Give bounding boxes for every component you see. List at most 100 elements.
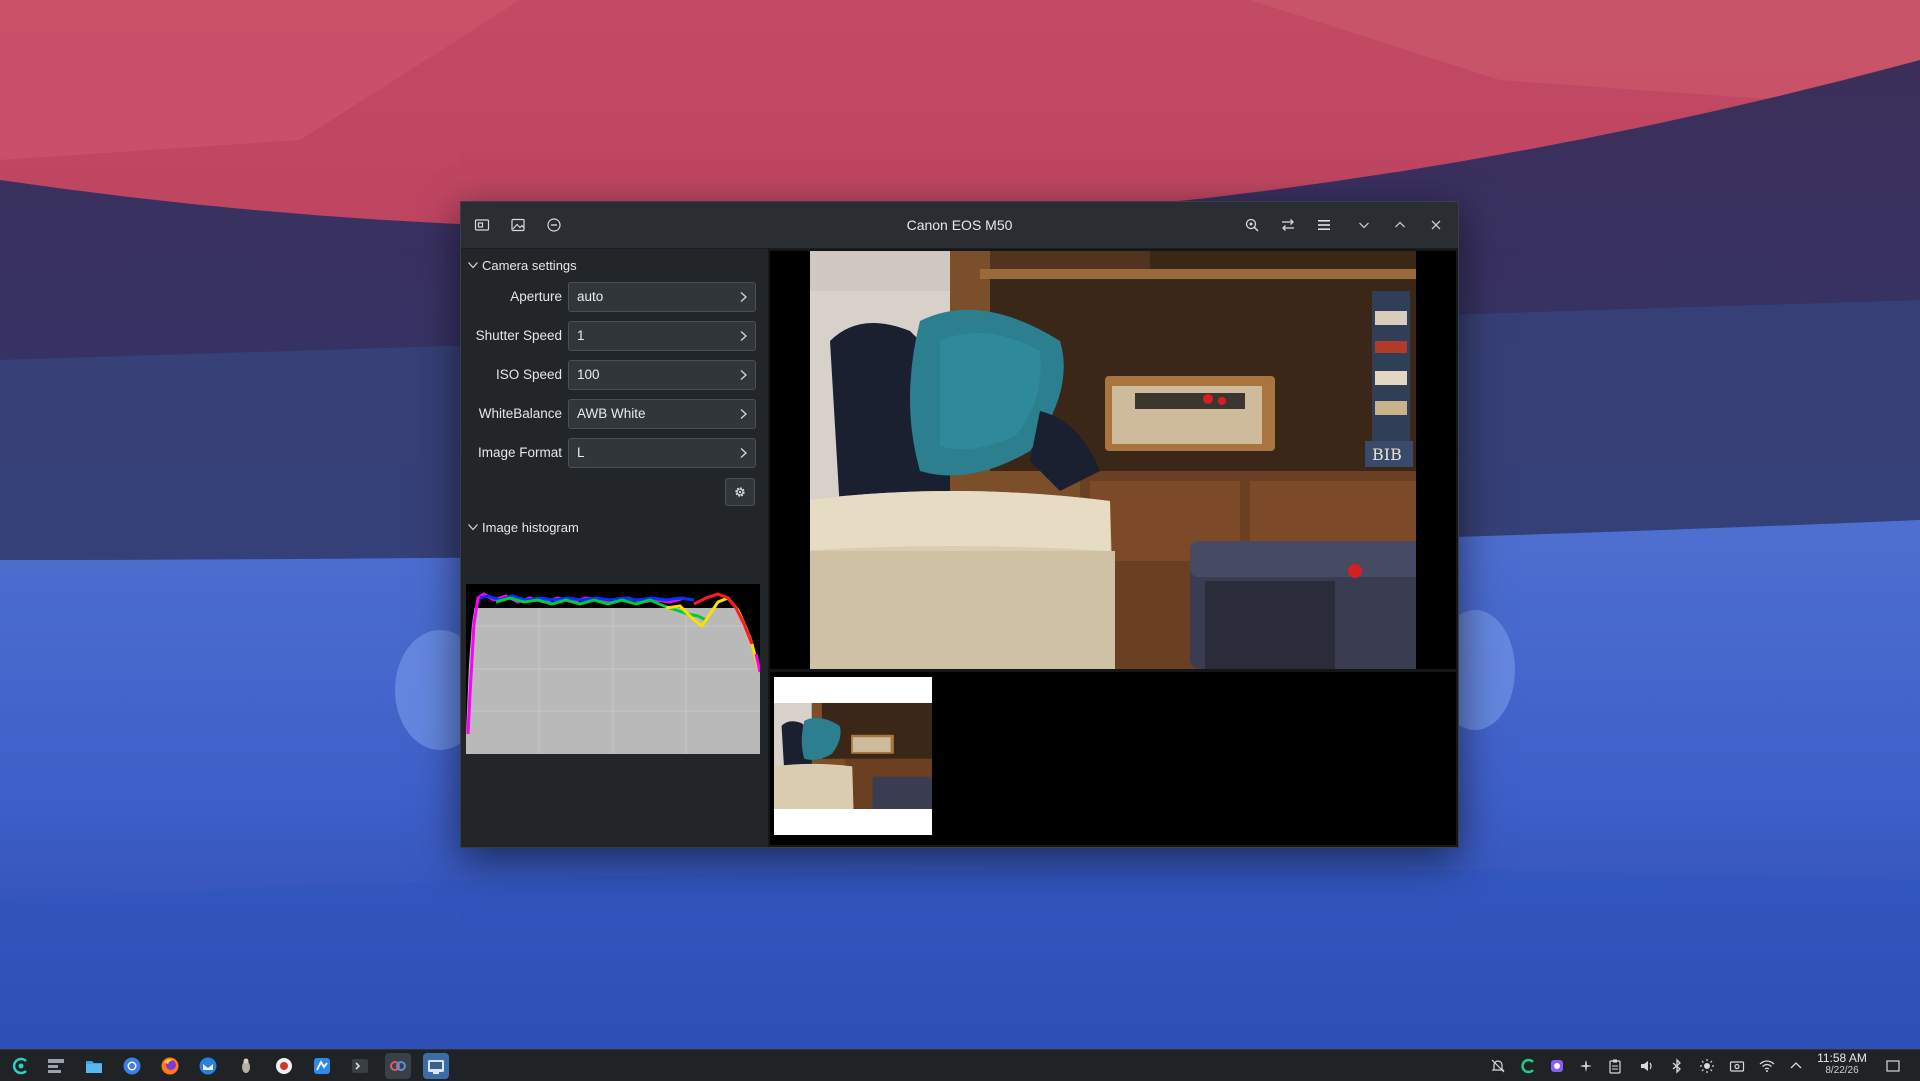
image-histogram (466, 584, 762, 754)
chromium-icon (123, 1057, 141, 1075)
image-button[interactable] (504, 211, 532, 239)
brightness-button[interactable] (1697, 1056, 1717, 1076)
camera-app-icon (428, 1060, 444, 1074)
live-view: BIB (770, 251, 1456, 669)
chevron-right-icon (740, 370, 747, 380)
tray-app-button[interactable] (1547, 1056, 1567, 1076)
clock-time: 11:58 AM (1817, 1051, 1867, 1065)
minimize-icon (1359, 222, 1369, 229)
wifi-button[interactable] (1757, 1056, 1777, 1076)
app-launcher-button[interactable] (8, 1053, 34, 1079)
bluetooth-icon (1672, 1058, 1681, 1074)
close-button[interactable] (1422, 211, 1450, 239)
setting-row-image-format: Image Format L (461, 436, 767, 470)
taskbar: 11:58 AM 8/22/26 (0, 1049, 1920, 1081)
taskbar-app-button[interactable] (271, 1053, 297, 1079)
wifi-icon (1759, 1060, 1775, 1072)
aperture-select[interactable]: auto (568, 282, 756, 312)
file-manager-icon (86, 1061, 102, 1073)
terminal-icon (352, 1059, 368, 1073)
terminal-button[interactable] (347, 1053, 373, 1079)
app-launcher-icon (12, 1057, 27, 1075)
display-button[interactable] (1727, 1056, 1747, 1076)
volume-icon (1641, 1061, 1652, 1071)
iso-speed-select[interactable]: 100 (568, 360, 756, 390)
setting-row-iso-speed: ISO Speed 100 (461, 358, 767, 392)
file-manager-button[interactable] (81, 1053, 107, 1079)
bluetooth-button[interactable] (1667, 1056, 1687, 1076)
clock-date: 8/22/26 (1825, 1065, 1859, 1076)
window-title: Canon EOS M50 (906, 217, 1013, 233)
tray-expand-button[interactable] (1786, 1056, 1806, 1076)
show-desktop-button[interactable] (1883, 1056, 1903, 1076)
tray-app-button[interactable] (1518, 1056, 1538, 1076)
iso-speed-label: ISO Speed (495, 367, 562, 382)
capture-icon (474, 219, 490, 231)
adjust-button[interactable] (1274, 211, 1302, 239)
iso-speed-value: 100 (577, 367, 600, 382)
notifications-button[interactable] (1488, 1056, 1508, 1076)
aperture-label: Aperture (510, 289, 562, 304)
more-settings-button[interactable] (725, 478, 755, 506)
thunderbird-icon (199, 1057, 217, 1075)
image-icon (511, 218, 525, 232)
image-format-label: Image Format (477, 445, 562, 460)
thunderbird-button[interactable] (195, 1053, 221, 1079)
app-icon (1580, 1060, 1592, 1072)
shutter-speed-value: 1 (577, 328, 585, 343)
chromium-button[interactable] (119, 1053, 145, 1079)
chevron-down-icon (468, 524, 478, 531)
app-icon (390, 1061, 406, 1071)
zoom-button[interactable] (1238, 211, 1266, 239)
chevron-up-icon (1790, 1062, 1802, 1069)
firefox-icon (161, 1057, 179, 1075)
white-balance-value: AWB White (577, 406, 646, 421)
setting-row-white-balance: WhiteBalance AWB White (461, 397, 767, 431)
aperture-value: auto (577, 289, 604, 304)
capture-button[interactable] (468, 211, 496, 239)
taskbar-app-button[interactable] (233, 1053, 259, 1079)
main-menu-button[interactable] (1310, 211, 1338, 239)
image-format-select[interactable]: L (568, 438, 756, 468)
tray-app-button[interactable] (1576, 1056, 1596, 1076)
liveview-toggle-icon (547, 218, 561, 232)
taskbar-app-button[interactable] (309, 1053, 335, 1079)
maximize-icon (1395, 221, 1405, 228)
chevron-right-icon (740, 331, 747, 341)
svg-text:BIB: BIB (1372, 445, 1402, 464)
show-desktop-icon (1886, 1060, 1900, 1072)
clipboard-icon (1609, 1059, 1621, 1074)
shutter-speed-select[interactable]: 1 (568, 321, 756, 351)
minimize-button[interactable] (1350, 211, 1378, 239)
clipboard-button[interactable] (1605, 1056, 1625, 1076)
app-icon (276, 1058, 292, 1074)
firefox-button[interactable] (157, 1053, 183, 1079)
clock[interactable]: 11:58 AM 8/22/26 (1808, 1051, 1876, 1080)
chevron-right-icon (740, 409, 747, 419)
liveview-toggle-button[interactable] (540, 211, 568, 239)
camera-settings-header[interactable]: Camera settings (467, 255, 577, 275)
app-icon (242, 1058, 250, 1073)
volume-button[interactable] (1637, 1056, 1657, 1076)
chevron-right-icon (740, 292, 747, 302)
app-icon (1551, 1060, 1563, 1072)
task-manager-button[interactable] (43, 1053, 69, 1079)
taskbar-app-button[interactable] (385, 1053, 411, 1079)
maximize-button[interactable] (1386, 211, 1414, 239)
camera-app-button[interactable] (423, 1053, 449, 1079)
white-balance-label: WhiteBalance (478, 406, 562, 421)
histogram-header[interactable]: Image histogram (467, 517, 579, 537)
close-icon (1431, 220, 1441, 230)
thumbnail-item[interactable] (774, 677, 932, 835)
camera-settings-title: Camera settings (482, 257, 577, 273)
white-balance-select[interactable]: AWB White (568, 399, 756, 429)
chevron-down-icon (468, 262, 478, 269)
zoom-icon (1245, 218, 1259, 232)
app-window: Canon EOS M50 Camera settings Aperture a… (460, 201, 1459, 848)
app-icon (314, 1058, 330, 1074)
titlebar: Canon EOS M50 (461, 202, 1458, 249)
task-manager-icon (48, 1059, 64, 1073)
setting-row-shutter-speed: Shutter Speed 1 (461, 319, 767, 353)
notifications-icon (1491, 1059, 1505, 1073)
brightness-icon (1700, 1059, 1714, 1073)
